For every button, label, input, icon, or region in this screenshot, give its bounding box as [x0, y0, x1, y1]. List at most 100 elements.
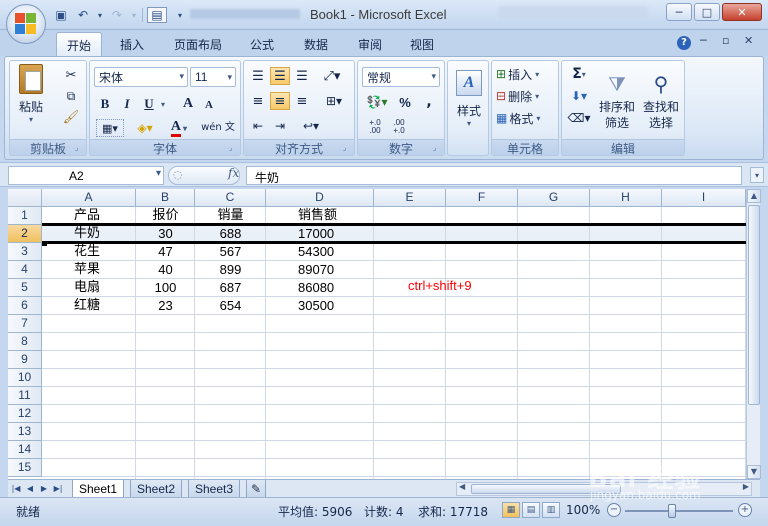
row-header-14[interactable]: 14: [8, 441, 42, 459]
cell-b4[interactable]: 40: [136, 261, 195, 279]
zoom-slider-knob[interactable]: [668, 504, 676, 518]
styles-dropdown-icon[interactable]: ▾: [467, 119, 471, 128]
name-box-dropdown-icon[interactable]: ▾: [156, 168, 161, 179]
page-layout-view-icon[interactable]: ▤: [522, 502, 540, 518]
column-header-i[interactable]: I: [662, 189, 746, 207]
cell-a6[interactable]: 红糖: [42, 297, 136, 315]
office-button[interactable]: [6, 4, 46, 44]
cell-d4[interactable]: 89070: [266, 261, 374, 279]
cell-a4[interactable]: 苹果: [42, 261, 136, 279]
doc-close-button[interactable]: ✕: [744, 34, 753, 47]
zoom-out-icon[interactable]: −: [607, 503, 621, 517]
scroll-right-icon[interactable]: ▶: [743, 482, 749, 491]
undo-dropdown-icon[interactable]: ▾: [96, 7, 104, 23]
shrink-font-button[interactable]: A: [200, 97, 218, 113]
format-painter-icon[interactable]: 🖌: [62, 109, 80, 125]
cell-b5[interactable]: 100: [136, 279, 195, 297]
column-header-f[interactable]: F: [446, 189, 518, 207]
formula-input[interactable]: 牛奶: [246, 166, 742, 185]
tab-data[interactable]: 数据: [294, 32, 338, 56]
column-header-h[interactable]: H: [590, 189, 662, 207]
align-middle-icon[interactable]: ☰: [270, 67, 290, 85]
phonetic-button[interactable]: wén 文: [200, 117, 236, 139]
cell-d3[interactable]: 54300: [266, 243, 374, 261]
font-color-button[interactable]: A ▾: [164, 119, 194, 137]
column-header-g[interactable]: G: [518, 189, 590, 207]
expand-formula-bar-icon[interactable]: ▾: [750, 167, 764, 183]
sheet-tab-sheet1[interactable]: Sheet1: [72, 480, 125, 498]
save-icon[interactable]: ▣: [52, 7, 70, 23]
dialog-launcher-icon[interactable]: ⌟: [433, 144, 441, 152]
scroll-thumb[interactable]: [748, 205, 760, 405]
font-size-select[interactable]: 11: [190, 67, 236, 87]
sort-filter-button[interactable]: ⧩ 排序和 筛选: [596, 63, 638, 137]
page-break-view-icon[interactable]: ▥: [542, 502, 560, 518]
select-all-button[interactable]: [8, 189, 42, 207]
underline-dropdown-icon[interactable]: ▾: [158, 95, 168, 113]
row-header-11[interactable]: 11: [8, 387, 42, 405]
scroll-left-icon[interactable]: ◀: [459, 482, 465, 491]
dialog-launcher-icon[interactable]: ⌟: [229, 144, 237, 152]
redo-dropdown-icon[interactable]: ▾: [130, 7, 138, 23]
row-header-9[interactable]: 9: [8, 351, 42, 369]
row-header-4[interactable]: 4: [8, 261, 42, 279]
name-box[interactable]: A2 ▾: [8, 166, 164, 185]
fill-handle[interactable]: [42, 241, 47, 246]
scroll-down-icon[interactable]: ▼: [747, 465, 761, 479]
row-header-15[interactable]: 15: [8, 459, 42, 477]
grow-font-button[interactable]: A: [178, 95, 198, 113]
align-left-icon[interactable]: ≡: [248, 92, 268, 110]
wrap-text-icon[interactable]: ↩▾: [296, 117, 326, 135]
cell-c3[interactable]: 567: [195, 243, 266, 261]
column-header-e[interactable]: E: [374, 189, 446, 207]
tab-page-layout[interactable]: 页面布局: [164, 32, 232, 56]
vertical-scrollbar[interactable]: ▲ ▼: [746, 189, 761, 479]
tab-review[interactable]: 审阅: [348, 32, 392, 56]
tab-home[interactable]: 开始: [56, 32, 102, 56]
fill-color-icon[interactable]: ◈▾: [130, 119, 160, 137]
column-header-c[interactable]: C: [195, 189, 266, 207]
worksheet-grid[interactable]: A B C D E F G H I 1 2 3 4 5 6 7 8 9 10 11 12 13 14 15 产品 报价 销量 销售额牛…: [8, 189, 746, 479]
row-header-3[interactable]: 3: [8, 243, 42, 261]
zoom-level[interactable]: 100%: [566, 503, 600, 517]
font-name-select[interactable]: 宋体: [94, 67, 188, 87]
tab-formulas[interactable]: 公式: [240, 32, 284, 56]
first-sheet-icon[interactable]: |◀: [10, 482, 22, 496]
tab-insert[interactable]: 插入: [110, 32, 154, 56]
column-header-b[interactable]: B: [136, 189, 195, 207]
paste-button[interactable]: 粘贴 ▾: [14, 63, 48, 125]
scroll-up-icon[interactable]: ▲: [747, 189, 761, 203]
last-sheet-icon[interactable]: ▶|: [52, 482, 64, 496]
row-header-2[interactable]: 2: [8, 225, 42, 243]
dialog-launcher-icon[interactable]: ⌟: [75, 144, 83, 152]
prev-sheet-icon[interactable]: ◀: [24, 482, 36, 496]
customize-qat-icon[interactable]: ▾: [171, 7, 189, 23]
autosum-button[interactable]: Σ ▾: [566, 65, 592, 83]
number-format-select[interactable]: 常规: [362, 67, 440, 87]
row-header-8[interactable]: 8: [8, 333, 42, 351]
comma-button[interactable]: ,: [420, 93, 438, 111]
form-icon[interactable]: ▤: [147, 7, 167, 23]
styles-button[interactable]: A 样式 ▾: [452, 63, 486, 135]
percent-button[interactable]: %: [396, 93, 414, 111]
row-header-6[interactable]: 6: [8, 297, 42, 315]
column-header-a[interactable]: A: [42, 189, 136, 207]
dialog-launcher-icon[interactable]: ⌟: [343, 144, 351, 152]
sheet-tab-sheet2[interactable]: Sheet2: [130, 480, 183, 498]
zoom-slider-track[interactable]: [625, 510, 733, 512]
minimize-button[interactable]: ─: [666, 3, 692, 21]
sheet-tab-sheet3[interactable]: Sheet3: [188, 480, 241, 498]
close-button[interactable]: ✕: [722, 3, 762, 21]
insert-sheet-icon[interactable]: ✎: [246, 480, 267, 498]
clear-icon[interactable]: ⌫▾: [566, 109, 592, 127]
cell-c5[interactable]: 687: [195, 279, 266, 297]
zoom-in-icon[interactable]: +: [738, 503, 752, 517]
maximize-button[interactable]: □: [694, 3, 720, 21]
tab-view[interactable]: 视图: [400, 32, 444, 56]
normal-view-icon[interactable]: ▦: [502, 502, 520, 518]
cell-b6[interactable]: 23: [136, 297, 195, 315]
text-orientation-icon[interactable]: ⤢▾: [320, 67, 344, 85]
borders-icon[interactable]: ▦▾: [96, 119, 124, 137]
doc-restore-button[interactable]: ▫: [722, 34, 729, 47]
column-header-d[interactable]: D: [266, 189, 374, 207]
